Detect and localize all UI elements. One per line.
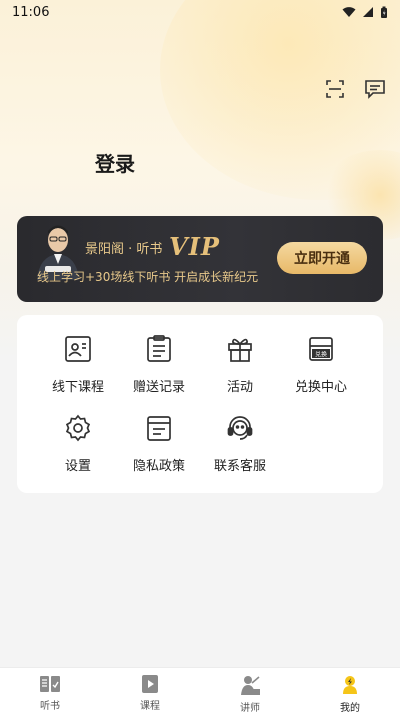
exchange-icon: 兑换	[309, 337, 333, 361]
tab-course[interactable]: 课程	[100, 668, 200, 712]
wifi-icon	[342, 7, 356, 17]
menu-item-privacy-policy[interactable]: 隐私政策	[119, 413, 199, 474]
bottom-tab-bar: 听书 课程 讲师 我的	[0, 667, 400, 712]
settings-icon	[65, 414, 91, 442]
menu-item-gift-record[interactable]: 赠送记录	[119, 334, 199, 395]
status-bar: 11:06	[0, 0, 400, 24]
vip-subtitle: 线上学习+30场线下听书 开启成长新纪元	[37, 270, 259, 284]
tab-listen-book[interactable]: 听书	[0, 668, 100, 712]
vip-banner[interactable]: 景阳阁 · 听书 VIP 线上学习+30场线下听书 开启成长新纪元 立即开通	[17, 216, 383, 302]
scan-icon	[326, 80, 344, 98]
open-vip-button[interactable]: 立即开通	[277, 242, 367, 274]
profile-icon	[343, 676, 357, 694]
gift-box-icon	[228, 338, 252, 362]
svg-text:兑换: 兑换	[315, 351, 327, 359]
service-menu: 线下课程 赠送记录 活动 兑换 兑换中心 设置 隐私政策 联系客服	[17, 315, 383, 493]
gift-record-icon	[147, 335, 171, 362]
header-background	[0, 0, 400, 360]
offline-course-icon	[65, 336, 91, 362]
scan-button[interactable]	[324, 78, 346, 100]
message-icon	[365, 80, 385, 99]
menu-item-offline-course[interactable]: 线下课程	[38, 334, 118, 395]
vip-brand: 景阳阁 · 听书	[85, 242, 163, 257]
course-play-icon	[142, 675, 158, 693]
book-icon	[40, 676, 60, 692]
menu-item-settings[interactable]: 设置	[38, 413, 118, 474]
battery-icon	[381, 6, 387, 18]
customer-service-icon	[227, 416, 253, 440]
tab-mine[interactable]: 我的	[300, 668, 400, 712]
privacy-policy-icon	[147, 416, 171, 441]
vip-logo: VIP	[169, 232, 220, 261]
menu-item-customer-service[interactable]: 联系客服	[200, 413, 280, 474]
message-button[interactable]	[364, 78, 386, 100]
status-time: 11:06	[12, 4, 50, 20]
header-actions	[324, 78, 386, 100]
lecturer-icon	[241, 676, 260, 695]
signal-icon	[363, 7, 373, 17]
login-link[interactable]: 登录	[95, 148, 135, 177]
tab-lecturer[interactable]: 讲师	[200, 668, 300, 712]
menu-item-exchange-center[interactable]: 兑换 兑换中心	[281, 334, 361, 395]
menu-item-activity[interactable]: 活动	[200, 334, 280, 395]
